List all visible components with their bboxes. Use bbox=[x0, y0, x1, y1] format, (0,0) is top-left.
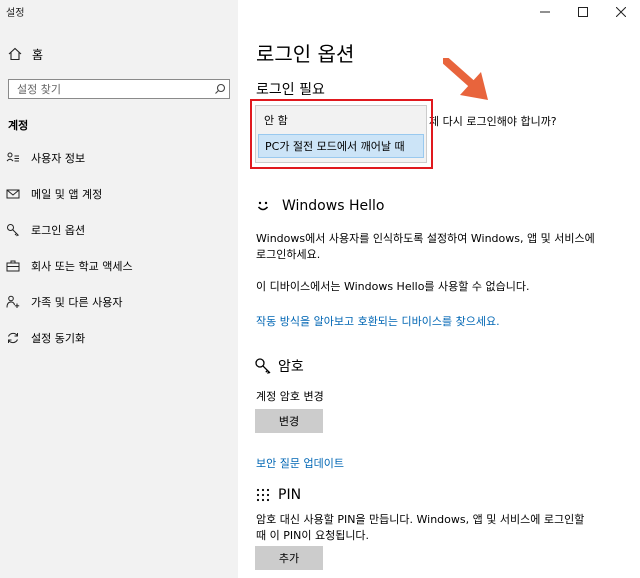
user-info-icon bbox=[6, 151, 20, 165]
close-icon bbox=[616, 7, 626, 17]
minimize-icon bbox=[540, 11, 550, 13]
sidebar-item-label: 회사 또는 학교 액세스 bbox=[31, 260, 133, 273]
sidebar-item-home[interactable]: 홈 bbox=[8, 44, 43, 64]
sidebar-item-sync[interactable]: 설정 동기화 bbox=[6, 328, 85, 348]
app-title: 설정 bbox=[6, 8, 25, 19]
sidebar-item-label: 홈 bbox=[32, 47, 44, 62]
change-password-button[interactable]: 변경 bbox=[255, 409, 323, 433]
key-icon bbox=[255, 358, 271, 374]
maximize-button[interactable] bbox=[564, 0, 602, 24]
sync-icon bbox=[6, 331, 20, 345]
sidebar-item-label: 메일 및 앱 계정 bbox=[31, 188, 103, 201]
search-input[interactable] bbox=[9, 82, 211, 96]
home-icon bbox=[8, 47, 22, 61]
sidebar-item-user-info[interactable]: 사용자 정보 bbox=[6, 148, 85, 168]
search-box bbox=[8, 79, 230, 99]
windows-hello-description: Windows에서 사용자를 인식하도록 설정하여 Windows, 앱 및 서… bbox=[256, 232, 595, 261]
windows-hello-unavailable: 이 디바이스에서는 Windows Hello를 사용할 수 없습니다. bbox=[256, 280, 530, 293]
password-title: 암호 bbox=[278, 359, 304, 375]
main-content: 로그인 옵션 로그인 필요 제 다시 로그인해야 합니까? 안 함 PC가 절전… bbox=[238, 0, 640, 578]
require-signin-dropdown[interactable]: 안 함 PC가 절전 모드에서 깨어날 때 bbox=[255, 105, 427, 163]
close-button[interactable] bbox=[602, 0, 640, 24]
sidebar-item-label: 가족 및 다른 사용자 bbox=[31, 296, 123, 309]
add-pin-button[interactable]: 추가 bbox=[255, 546, 323, 570]
sidebar: 설정 홈 계정 사용자 정보 bbox=[0, 0, 238, 578]
password-heading: 암호 bbox=[254, 355, 304, 377]
sidebar-item-label: 설정 동기화 bbox=[31, 332, 86, 345]
change-password-label: 계정 암호 변경 bbox=[256, 390, 324, 403]
windows-hello-link[interactable]: 작동 방식을 알아보고 호환되는 디바이스를 찾으세요. bbox=[256, 313, 500, 329]
sidebar-item-work-school[interactable]: 회사 또는 학교 액세스 bbox=[6, 256, 133, 276]
search-icon[interactable] bbox=[211, 83, 229, 95]
pin-heading: PIN bbox=[256, 484, 301, 506]
arrow-annotation-icon bbox=[443, 58, 488, 100]
section-label: 계정 bbox=[8, 119, 29, 132]
sidebar-item-signin-options[interactable]: 로그인 옵션 bbox=[6, 220, 85, 240]
require-signin-heading: 로그인 필요 bbox=[256, 82, 325, 98]
windows-hello-heading: Windows Hello bbox=[256, 195, 384, 217]
mail-icon bbox=[6, 187, 20, 201]
smiley-icon bbox=[257, 201, 269, 211]
dropdown-option-never[interactable]: 안 함 bbox=[258, 108, 424, 132]
dropdown-option-wake[interactable]: PC가 절전 모드에서 깨어날 때 bbox=[258, 134, 424, 158]
family-icon bbox=[6, 295, 20, 309]
sidebar-item-family[interactable]: 가족 및 다른 사용자 bbox=[6, 292, 122, 312]
pin-description: 암호 대신 사용할 PIN을 만듭니다. Windows, 앱 및 서비스에 로… bbox=[256, 513, 585, 542]
pin-keypad-icon bbox=[256, 488, 270, 502]
sidebar-item-mail-accounts[interactable]: 메일 및 앱 계정 bbox=[6, 184, 102, 204]
sidebar-item-label: 사용자 정보 bbox=[31, 152, 86, 165]
key-icon bbox=[6, 223, 20, 237]
page-title: 로그인 옵션 bbox=[256, 42, 355, 66]
maximize-icon bbox=[578, 7, 588, 17]
windows-hello-title: Windows Hello bbox=[282, 198, 385, 214]
sidebar-item-label: 로그인 옵션 bbox=[31, 224, 86, 237]
briefcase-icon bbox=[6, 259, 20, 273]
security-question-link[interactable]: 보안 질문 업데이트 bbox=[256, 455, 344, 471]
window-controls bbox=[526, 0, 640, 24]
require-signin-question: 제 다시 로그인해야 합니까? bbox=[429, 115, 557, 128]
minimize-button[interactable] bbox=[526, 0, 564, 24]
pin-title: PIN bbox=[278, 487, 302, 503]
